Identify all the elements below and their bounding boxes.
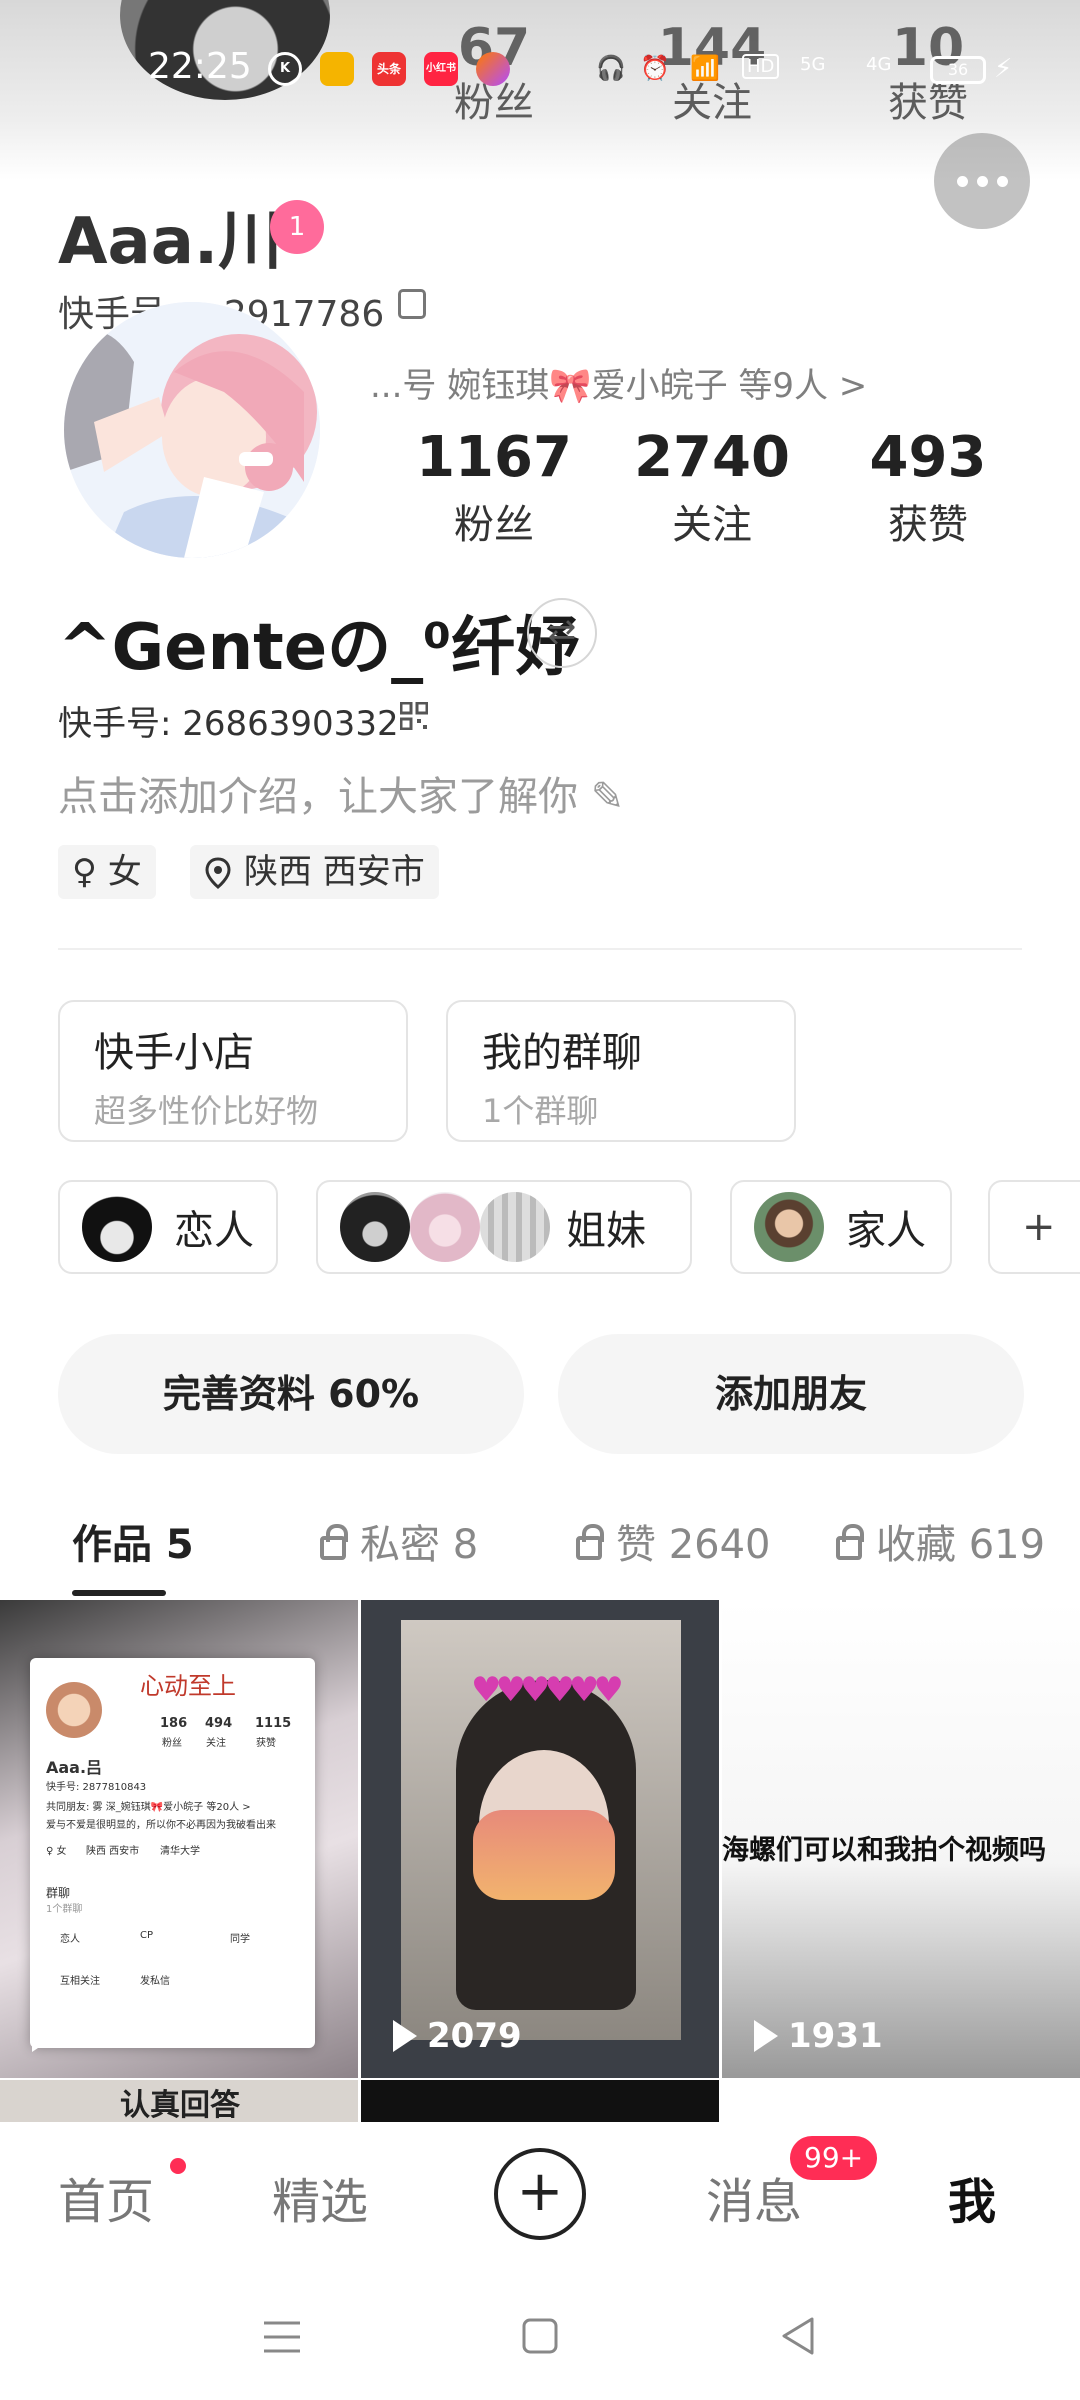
play-count: 1931 [754,2016,883,2056]
xiaohongshu-app-icon: 小红书 [424,52,458,86]
lock-icon [576,1524,604,1560]
avatar[interactable] [64,302,320,558]
nav-messages[interactable]: 消息 [706,2162,802,2232]
bottom-nav: 首页 精选 + 消息 99+ 我 [0,2122,1080,2272]
nav-home[interactable]: 首页 [58,2162,154,2232]
mask [473,1810,615,1900]
group-chat-card[interactable]: 我的群聊 1个群聊 [446,1000,796,1142]
sister-avatar-2 [410,1192,480,1262]
colorful-app-icon [476,52,510,86]
video-thumb-1[interactable]: 心动至上 186 494 1115 粉丝 关注 获赞 Aaa.吕 快手号: 28… [0,1600,358,2078]
play-icon [754,2020,778,2052]
back-icon[interactable] [780,2316,816,2356]
video-thumb-5[interactable] [361,2080,719,2122]
username: ^Genteの_⁰纤妤 [58,611,580,685]
kuaishou-id: 快手号: 2686390332 [58,704,399,744]
stat-fans[interactable]: 1167 粉丝 [394,425,594,550]
switch-account-button[interactable]: ⇄ [527,598,597,668]
location-text: 陕西 西安市 [244,852,425,892]
tab-favorites[interactable]: 收藏 619 [836,1512,1080,1570]
book-app-icon [320,52,354,86]
video-caption: 海螺们可以和我拍个视频吗 [722,1835,1046,1866]
kuaishou-shop-card[interactable]: 快手小店 超多性价比好物 [58,1000,408,1142]
sister-avatar-1 [340,1192,410,1262]
battery-icon: 36 [930,56,986,84]
nav-me[interactable]: 我 [948,2162,996,2232]
bio-placeholder[interactable]: 点击添加介绍，让大家了解你 ✎ [58,764,624,822]
menu-icon[interactable] [262,2320,302,2354]
toutiao-app-icon: 头条 [372,52,406,86]
play-icon [32,2020,56,2052]
copy-icon [398,289,426,319]
wifi-icon: 📶 [690,54,720,82]
relation-lover[interactable]: 恋人 [58,1180,278,1274]
more-options-button[interactable] [934,133,1030,229]
nav-featured[interactable]: 精选 [272,2162,368,2232]
lover-avatar [82,1192,152,1262]
tab-underline [72,1590,166,1596]
relation-family[interactable]: 家人 [730,1180,952,1274]
gender-tag: ♀ 女 [58,845,156,899]
location-tag: 陕西 西安市 [190,845,439,899]
stat-following[interactable]: 2740 关注 [612,425,812,550]
location-pin-icon [205,857,231,889]
kuai-app-icon: K [268,52,302,86]
lock-icon [320,1524,348,1560]
ghost-name: Aaa.川 [58,205,283,279]
sister-avatar-3 [480,1192,550,1262]
notification-dot [170,2158,186,2174]
tab-private[interactable]: 私密 8 [320,1512,478,1570]
status-bar: 22:25 K 头条 小红书 🎧 ⏰ 📶 HD 5G 4G 36 ⚡ [0,46,1080,96]
video-thumb-4[interactable]: 认真回答 [0,2080,358,2122]
complete-profile-button[interactable]: 完善资料 60% [58,1334,524,1454]
heart-level-icon: 1 [270,200,324,254]
tab-works[interactable]: 作品 5 [72,1512,194,1570]
play-count: 1588 [32,2016,161,2056]
alarm-icon: ⏰ [640,54,670,82]
heart-crown-icon: ♥♥♥♥♥♥ [471,1670,624,1710]
charging-icon: ⚡ [994,54,1013,84]
avatar-illustration [64,302,320,558]
play-count: 2079 [393,2016,522,2056]
family-avatar [754,1192,824,1262]
add-friend-button[interactable]: 添加朋友 [558,1334,1024,1454]
video-thumb-3[interactable]: 海螺们可以和我拍个视频吗 1931 [722,1600,1080,2078]
stat-likes[interactable]: 493 获赞 [828,425,1028,550]
message-badge: 99+ [790,2136,878,2180]
5g-signal-icon: 5G [800,54,826,75]
headset-icon: 🎧 [596,54,626,82]
4g-signal-icon: 4G [866,54,892,75]
create-post-button[interactable]: + [494,2148,586,2240]
ghost-friends: ...号 婉钰琪🎀爱小皖子 等9人 > [370,366,868,406]
status-time: 22:25 [148,46,252,87]
divider [58,948,1022,950]
qr-code-icon[interactable] [400,702,428,730]
add-relation-button[interactable]: + [988,1180,1080,1274]
video-thumb-2[interactable]: ♥♥♥♥♥♥ 2079 [361,1600,719,2078]
system-navigation-bar [0,2272,1080,2400]
home-icon[interactable] [522,2318,558,2354]
lock-icon [836,1524,864,1560]
relation-sisters[interactable]: 姐妹 [316,1180,692,1274]
tab-likes[interactable]: 赞 2640 [576,1512,771,1570]
play-icon [393,2020,417,2052]
hd-icon: HD [742,54,780,79]
embedded-profile-screenshot: 心动至上 186 494 1115 粉丝 关注 获赞 Aaa.吕 快手号: 28… [30,1658,315,2048]
